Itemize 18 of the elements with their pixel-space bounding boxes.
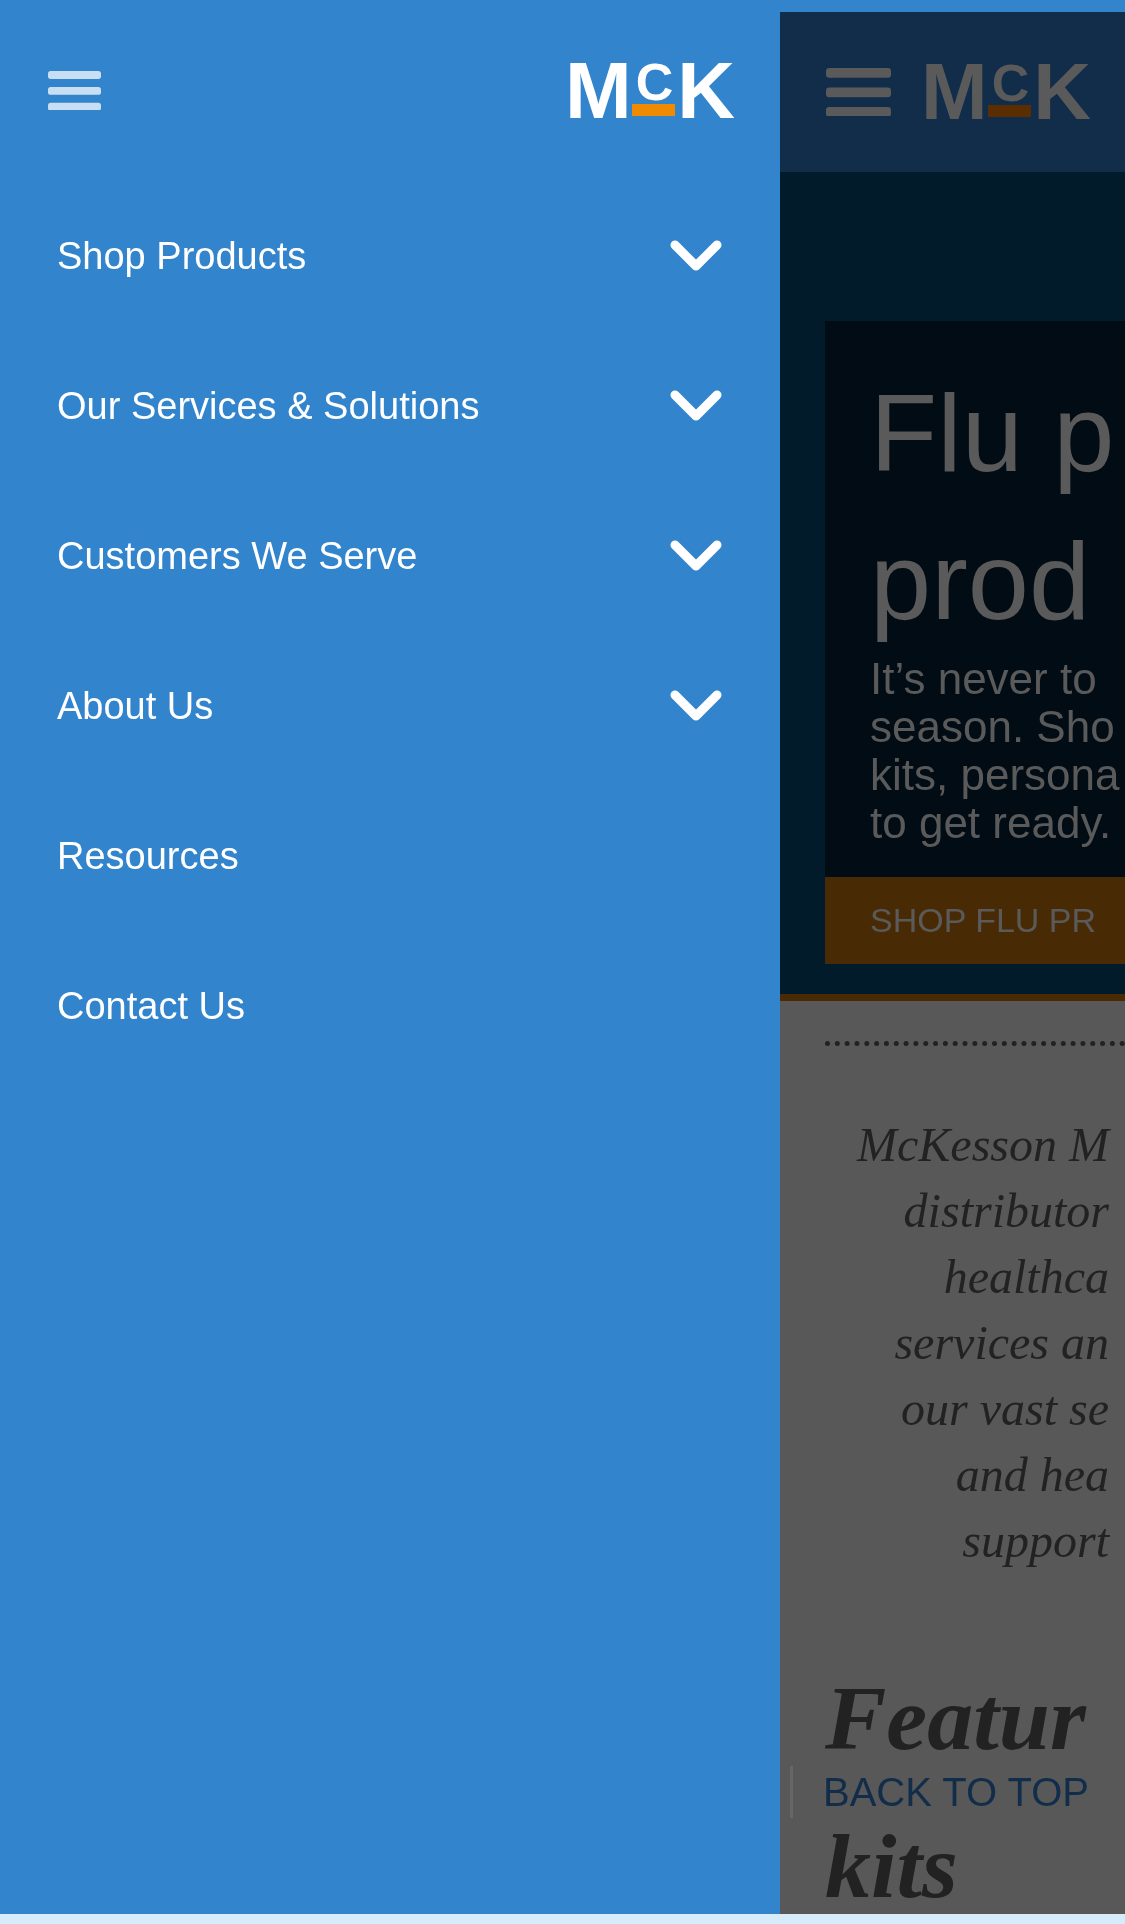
hero-title: prod bbox=[870, 517, 1092, 644]
menu-icon[interactable] bbox=[48, 70, 101, 111]
hero-text: season. Sho bbox=[870, 702, 1116, 751]
hero-text: to get ready. bbox=[870, 798, 1112, 847]
menu-icon[interactable] bbox=[826, 67, 891, 117]
chevron-down-icon[interactable] bbox=[670, 689, 722, 723]
hero-title: Flu p bbox=[870, 369, 1116, 496]
chevron-down-icon[interactable] bbox=[670, 389, 722, 423]
hero-text: kits, persona bbox=[870, 750, 1121, 799]
chevron-down-icon[interactable] bbox=[670, 539, 722, 573]
menu-item[interactable]: Customers We Serve bbox=[0, 481, 780, 631]
hero-text: It’s never to bbox=[870, 654, 1098, 703]
menu-item[interactable]: Contact Us bbox=[0, 931, 780, 1081]
chevron-down-icon[interactable] bbox=[670, 239, 722, 273]
menu-item[interactable]: Resources bbox=[0, 781, 780, 931]
menu-item[interactable]: About Us bbox=[0, 631, 780, 781]
menu-item[interactable]: Shop Products bbox=[0, 181, 780, 331]
menu-item[interactable]: Our Services & Solutions bbox=[0, 331, 780, 481]
